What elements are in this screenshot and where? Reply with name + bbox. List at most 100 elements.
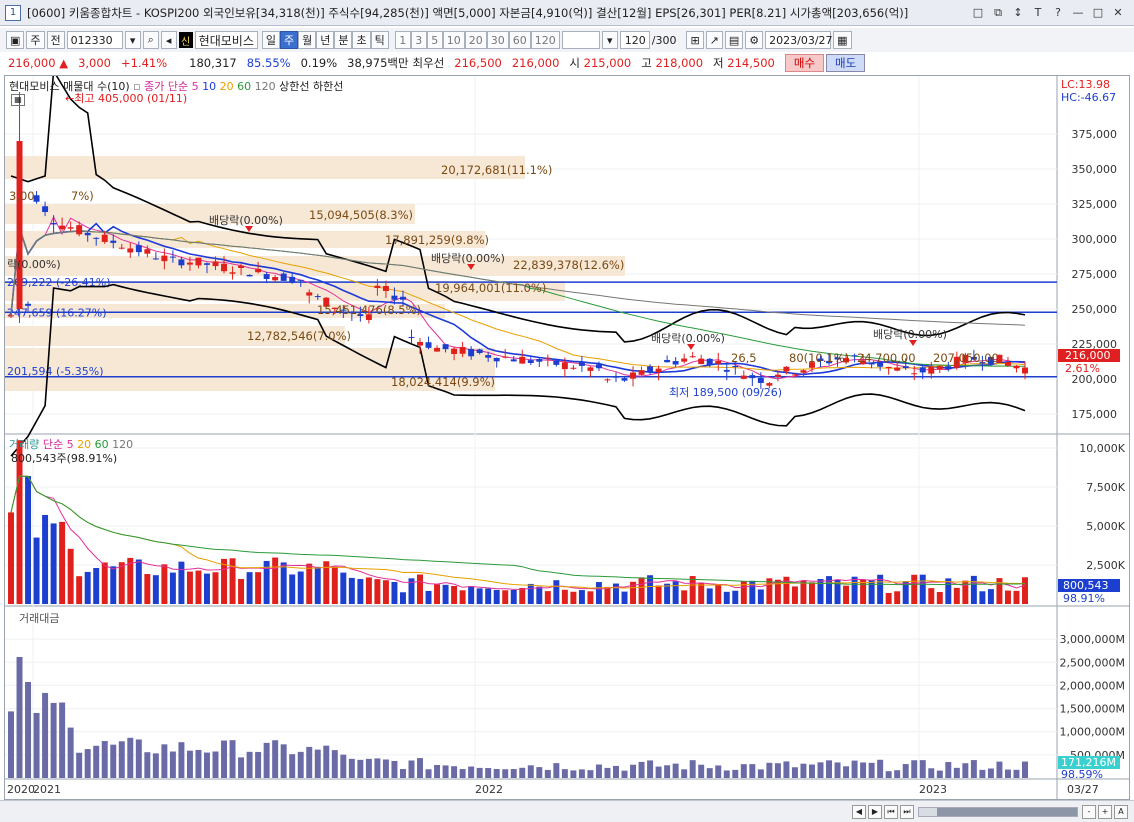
- interval-button-10[interactable]: 10: [442, 31, 465, 49]
- interval-dropdown-icon[interactable]: ▾: [601, 31, 618, 49]
- search-icon[interactable]: ⌕: [142, 31, 159, 49]
- scroll-thumb[interactable]: [937, 807, 1077, 816]
- save-icon[interactable]: ▤: [724, 31, 744, 49]
- font-icon[interactable]: T: [1030, 5, 1046, 21]
- period-select[interactable]: 주: [26, 31, 45, 49]
- amount-bar: [238, 757, 245, 778]
- grid-toggle-icon[interactable]: ▦: [11, 94, 25, 106]
- stock-legend[interactable]: 현대모비스 매물대 수(10): [9, 80, 130, 93]
- reference-label-3: 201,594 (-5.35%): [7, 365, 103, 378]
- scroll-track[interactable]: [918, 806, 1078, 817]
- volume-bar: [655, 585, 662, 604]
- close-ma-legend[interactable]: 종가 단순: [144, 80, 188, 93]
- candle-body: [493, 357, 500, 362]
- link-icon[interactable]: □: [970, 5, 986, 21]
- upper-band-legend[interactable]: 상한선: [279, 80, 309, 93]
- period-tab-5[interactable]: 초: [352, 31, 371, 49]
- amount-bar: [246, 751, 253, 778]
- period-tab-3[interactable]: 년: [316, 31, 335, 49]
- lower-band-legend[interactable]: 하한선: [313, 80, 343, 93]
- scroll-last-button[interactable]: ⏭: [900, 804, 914, 819]
- amount-bar: [391, 760, 398, 778]
- scroll-right-button[interactable]: ▶: [868, 804, 882, 819]
- candle-body: [297, 279, 304, 281]
- volume-bar: [33, 537, 40, 604]
- amount-bar: [33, 712, 40, 778]
- resize-icon[interactable]: ↕: [1010, 5, 1026, 21]
- minimize-icon[interactable]: —: [1070, 5, 1086, 21]
- ma120-legend[interactable]: 120: [255, 80, 276, 93]
- volume-bar: [732, 590, 739, 604]
- volume-bar: [280, 562, 287, 604]
- volume-bar: [664, 583, 671, 604]
- volume-bar: [1004, 590, 1011, 604]
- candle-body: [59, 225, 66, 230]
- interval-button-120[interactable]: 120: [530, 31, 560, 49]
- interval-button-1[interactable]: 1: [394, 31, 411, 49]
- zoom-out-button[interactable]: -: [1082, 804, 1096, 819]
- ma20-legend[interactable]: 20: [220, 80, 234, 93]
- ma5-legend[interactable]: 5: [192, 80, 199, 93]
- profile-partial-label: 7%): [71, 189, 94, 203]
- ma60-legend[interactable]: 60: [237, 80, 251, 93]
- candle-body: [570, 367, 577, 369]
- close-icon[interactable]: ✕: [1110, 5, 1126, 21]
- interval-button-20[interactable]: 20: [464, 31, 487, 49]
- amount-bar: [749, 764, 756, 778]
- period-tab-2[interactable]: 월: [298, 31, 317, 49]
- stock-code-input[interactable]: 012330: [66, 31, 123, 49]
- period-tab-4[interactable]: 분: [334, 31, 353, 49]
- scroll-first-button[interactable]: ⏮: [884, 804, 898, 819]
- candle-body: [723, 369, 730, 372]
- count-input[interactable]: 120: [619, 31, 650, 49]
- interval-button-3[interactable]: 3: [410, 31, 427, 49]
- menu-icon[interactable]: ▣: [6, 31, 25, 49]
- interval-button-60[interactable]: 60: [508, 31, 531, 49]
- volume-bar: [246, 572, 253, 604]
- amount-bar: [229, 740, 236, 778]
- interval-button-30[interactable]: 30: [486, 31, 509, 49]
- sell-button[interactable]: 매도: [826, 54, 866, 72]
- volume-bar: [595, 582, 602, 604]
- amount-bar: [399, 769, 406, 778]
- interval-input[interactable]: [561, 31, 600, 49]
- prev-button[interactable]: 전: [46, 31, 65, 49]
- window-number-icon[interactable]: 1: [5, 4, 21, 21]
- amount-bar: [715, 765, 722, 778]
- interval-button-5[interactable]: 5: [426, 31, 443, 49]
- date-input[interactable]: 2023/03/27: [765, 31, 833, 49]
- amount-bar: [59, 702, 66, 778]
- amount-bar: [340, 754, 347, 778]
- period-tab-1[interactable]: 주: [279, 31, 299, 49]
- help-icon[interactable]: ?: [1050, 5, 1066, 21]
- chart-scrollbar[interactable]: ◀ ▶ ⏮ ⏭ - + A: [0, 800, 1134, 822]
- amount-bar: [127, 737, 134, 778]
- restore-icon[interactable]: ⧉: [990, 5, 1006, 21]
- candle-body: [791, 374, 798, 376]
- trade-amount: 38,975백만: [347, 56, 409, 70]
- chart-area[interactable]: 375,000 350,000 325,000 300,000 275,000 250,0…: [4, 68, 1130, 800]
- maximize-icon[interactable]: □: [1090, 5, 1106, 21]
- draw-icon[interactable]: ↗: [705, 31, 723, 49]
- volume-bar: [868, 579, 875, 604]
- amount-bar: [672, 763, 679, 778]
- scroll-left-button[interactable]: ◀: [852, 804, 866, 819]
- calendar-icon[interactable]: ▦: [833, 31, 852, 49]
- chart-type-icon[interactable]: ⊞: [686, 31, 704, 49]
- ma10-legend[interactable]: 10: [202, 80, 216, 93]
- period-tab-0[interactable]: 일: [261, 31, 280, 49]
- amount-legend[interactable]: 거래대금: [19, 610, 59, 626]
- amount-bar: [570, 770, 577, 778]
- chart-canvas[interactable]: 375,000 350,000 325,000 300,000 275,000 250,0…: [5, 68, 1129, 799]
- speaker-icon[interactable]: ◂: [160, 31, 177, 49]
- buy-button[interactable]: 매수: [784, 54, 825, 72]
- gear-icon[interactable]: ⚙: [745, 31, 764, 49]
- auto-scale-button[interactable]: A: [1114, 804, 1128, 819]
- period-tab-6[interactable]: 틱: [370, 31, 389, 49]
- code-dropdown-icon[interactable]: ▾: [124, 31, 141, 49]
- candle-body: [885, 366, 892, 369]
- zoom-in-button[interactable]: +: [1098, 804, 1112, 819]
- price-change: 3,000: [78, 56, 111, 70]
- stock-name[interactable]: 현대모비스: [194, 31, 258, 49]
- volume-bar: [527, 583, 534, 604]
